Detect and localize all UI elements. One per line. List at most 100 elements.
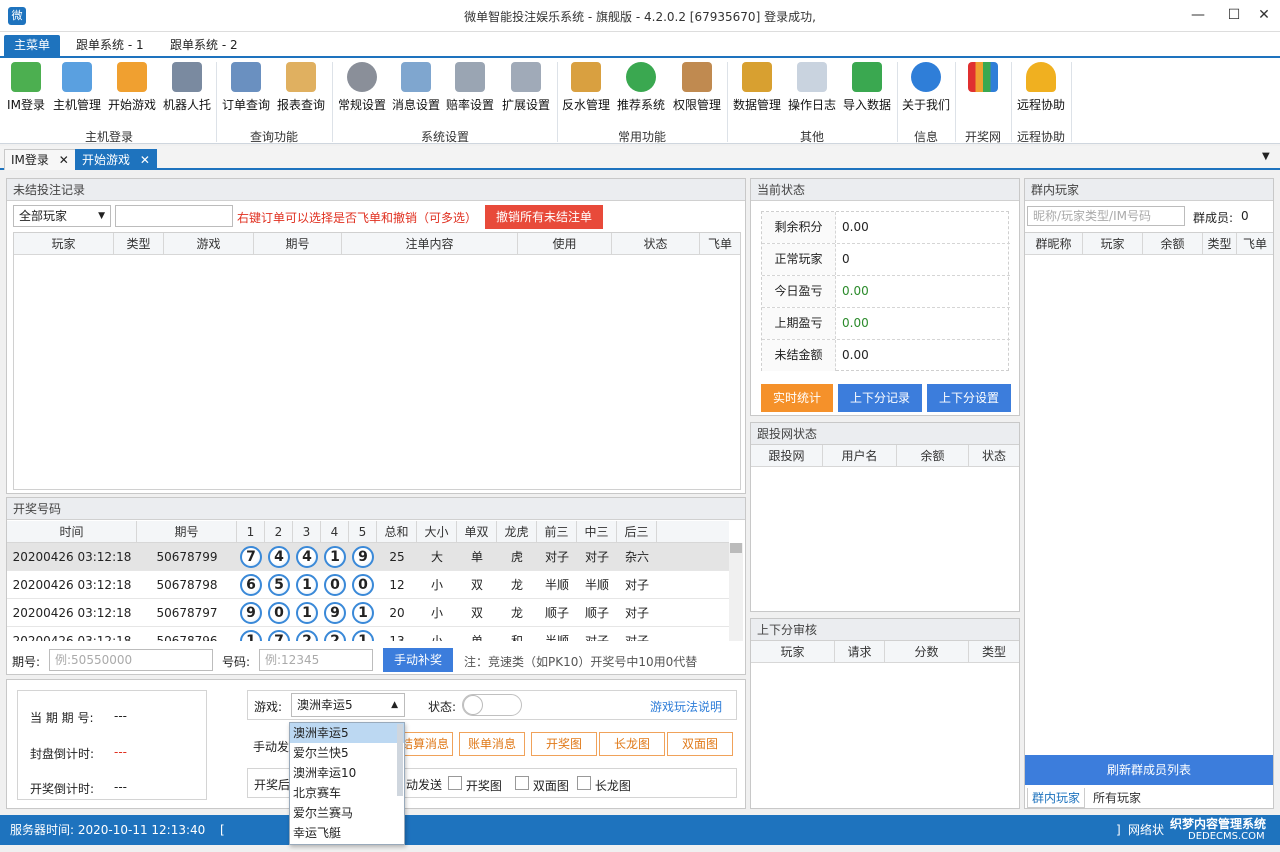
- about-us-button[interactable]: 关于我们: [900, 62, 952, 118]
- game-select[interactable]: 澳洲幸运5 ▲: [291, 693, 405, 717]
- close-icon[interactable]: ✕: [140, 153, 150, 167]
- column-header[interactable]: 5: [349, 521, 377, 543]
- column-header[interactable]: 余额: [1143, 233, 1203, 255]
- remote-assist-button[interactable]: 远程协助: [1014, 62, 1068, 118]
- pending-search-input[interactable]: [115, 205, 233, 227]
- column-header[interactable]: 玩家: [14, 233, 114, 255]
- column-header[interactable]: 跟投网: [751, 445, 823, 467]
- column-header[interactable]: 状态: [612, 233, 700, 255]
- doc-tab-start-game[interactable]: 开始游戏 ✕: [75, 149, 157, 170]
- ribbon-tab-follow-2[interactable]: 跟单系统 - 2: [160, 35, 248, 56]
- column-header[interactable]: 单双: [457, 521, 497, 543]
- dropdown-scrollbar[interactable]: [397, 724, 403, 796]
- message-settings-button[interactable]: 消息设置: [390, 62, 442, 118]
- settle-msg-button[interactable]: 结算消息: [397, 732, 453, 756]
- dropdown-option[interactable]: 北京赛车: [290, 783, 404, 803]
- rebate-manage-button[interactable]: 反水管理: [560, 62, 612, 118]
- column-header[interactable]: 注单内容: [342, 233, 518, 255]
- checkbox-draw-chart[interactable]: 开奖图: [448, 776, 502, 794]
- data-manage-button[interactable]: 数据管理: [730, 62, 784, 118]
- manual-award-button[interactable]: 手动补奖: [383, 648, 453, 672]
- column-header[interactable]: 飞单: [700, 233, 740, 255]
- checkbox-icon[interactable]: [515, 776, 529, 790]
- ribbon-tab-follow-1[interactable]: 跟单系统 - 1: [66, 35, 154, 56]
- chevron-down-icon[interactable]: ▼: [1262, 151, 1270, 162]
- column-header[interactable]: 期号: [254, 233, 342, 255]
- dropdown-option[interactable]: 爱尔兰快5: [290, 743, 404, 763]
- column-header[interactable]: 后三: [617, 521, 657, 543]
- issue-input[interactable]: 例:50550000: [49, 649, 213, 671]
- column-header[interactable]: 1: [237, 521, 265, 543]
- column-header[interactable]: 玩家: [1083, 233, 1143, 255]
- odds-settings-button[interactable]: 赔率设置: [444, 62, 496, 118]
- doc-tab-im-login[interactable]: IM登录 ✕: [4, 149, 76, 170]
- maximize-icon[interactable]: ☐: [1222, 4, 1246, 26]
- column-header[interactable]: 群昵称: [1025, 233, 1083, 255]
- column-header[interactable]: 大小: [417, 521, 457, 543]
- double-chart-button[interactable]: 双面图: [667, 732, 733, 756]
- realtime-stats-button[interactable]: 实时统计: [761, 384, 833, 412]
- points-settings-button[interactable]: 上下分设置: [927, 384, 1011, 412]
- tab-group-players[interactable]: 群内玩家: [1027, 788, 1086, 808]
- checkbox-icon[interactable]: [448, 776, 462, 790]
- dropdown-option[interactable]: 爱尔兰赛马: [290, 803, 404, 823]
- column-header[interactable]: 请求: [835, 641, 885, 663]
- table-row[interactable]: 20200426 03:12:18 50678798 6 5 1 0 0 12 小双龙半顺 半顺对…: [7, 571, 729, 599]
- column-header[interactable]: 总和: [377, 521, 417, 543]
- column-header[interactable]: 类型: [114, 233, 164, 255]
- operation-log-button[interactable]: 操作日志: [786, 62, 838, 118]
- minimize-icon[interactable]: —: [1186, 4, 1210, 26]
- column-header[interactable]: 4: [321, 521, 349, 543]
- cancel-all-pending-button[interactable]: 撤销所有未结注单: [485, 205, 603, 229]
- checkbox-double-chart[interactable]: 双面图: [515, 776, 569, 794]
- column-header[interactable]: 3: [293, 521, 321, 543]
- player-filter-select[interactable]: 全部玩家 ▼: [13, 205, 111, 227]
- column-header[interactable]: 时间: [7, 521, 137, 543]
- dragon-chart-button[interactable]: 长龙图: [599, 732, 665, 756]
- status-toggle[interactable]: [462, 694, 522, 716]
- import-data-button[interactable]: 导入数据: [840, 62, 894, 118]
- column-header[interactable]: 玩家: [751, 641, 835, 663]
- column-header[interactable]: 余额: [897, 445, 969, 467]
- ribbon-tab-main[interactable]: 主菜单: [4, 35, 61, 56]
- column-header[interactable]: 分数: [885, 641, 969, 663]
- column-header[interactable]: 游戏: [164, 233, 254, 255]
- column-header[interactable]: 2: [265, 521, 293, 543]
- game-rules-link[interactable]: 游戏玩法说明: [650, 698, 722, 715]
- report-query-button[interactable]: 报表查询: [274, 62, 328, 118]
- order-query-button[interactable]: 订单查询: [220, 62, 272, 118]
- column-header[interactable]: 中三: [577, 521, 617, 543]
- scrollbar-thumb[interactable]: [730, 543, 742, 553]
- column-header[interactable]: 状态: [969, 445, 1019, 467]
- points-record-button[interactable]: 上下分记录: [838, 384, 922, 412]
- extension-settings-button[interactable]: 扩展设置: [498, 62, 554, 118]
- host-manage-button[interactable]: 主机管理: [50, 62, 104, 118]
- number-input[interactable]: 例:12345: [259, 649, 373, 671]
- column-header[interactable]: 前三: [537, 521, 577, 543]
- group-search-input[interactable]: 昵称/玩家类型/IM号码: [1027, 206, 1185, 226]
- checkbox-dragon-chart[interactable]: 长龙图: [577, 776, 631, 794]
- table-row[interactable]: 20200426 03:12:18 50678797 9 0 1 9 1 20 小双龙顺子 顺子对…: [7, 599, 729, 627]
- column-header[interactable]: 飞单: [1237, 233, 1273, 255]
- column-header[interactable]: 使用: [518, 233, 612, 255]
- lottery-site-button[interactable]: [958, 62, 1008, 118]
- refresh-members-button[interactable]: 刷新群成员列表: [1025, 755, 1273, 785]
- im-login-button[interactable]: IM登录: [4, 62, 48, 118]
- dropdown-option[interactable]: 澳洲幸运5: [290, 723, 404, 743]
- table-row[interactable]: 20200426 03:12:18 50678799 7 4 4 1 9 25 大单虎对子 对子杂…: [7, 543, 729, 571]
- column-header[interactable]: 类型: [969, 641, 1019, 663]
- start-game-button[interactable]: 开始游戏: [106, 62, 158, 118]
- dropdown-option[interactable]: 幸运飞艇: [290, 823, 404, 843]
- column-header[interactable]: 龙虎: [497, 521, 537, 543]
- draw-chart-button[interactable]: 开奖图: [531, 732, 597, 756]
- column-header[interactable]: 类型: [1203, 233, 1237, 255]
- column-header[interactable]: 期号: [137, 521, 237, 543]
- general-settings-button[interactable]: 常规设置: [336, 62, 388, 118]
- robot-button[interactable]: 机器人托: [160, 62, 214, 118]
- recommend-system-button[interactable]: 推荐系统: [614, 62, 668, 118]
- close-icon[interactable]: ✕: [59, 153, 69, 167]
- draw-scrollbar[interactable]: [729, 543, 743, 641]
- dropdown-option[interactable]: 澳洲幸运10: [290, 763, 404, 783]
- close-icon[interactable]: ✕: [1252, 4, 1276, 26]
- checkbox-icon[interactable]: [577, 776, 591, 790]
